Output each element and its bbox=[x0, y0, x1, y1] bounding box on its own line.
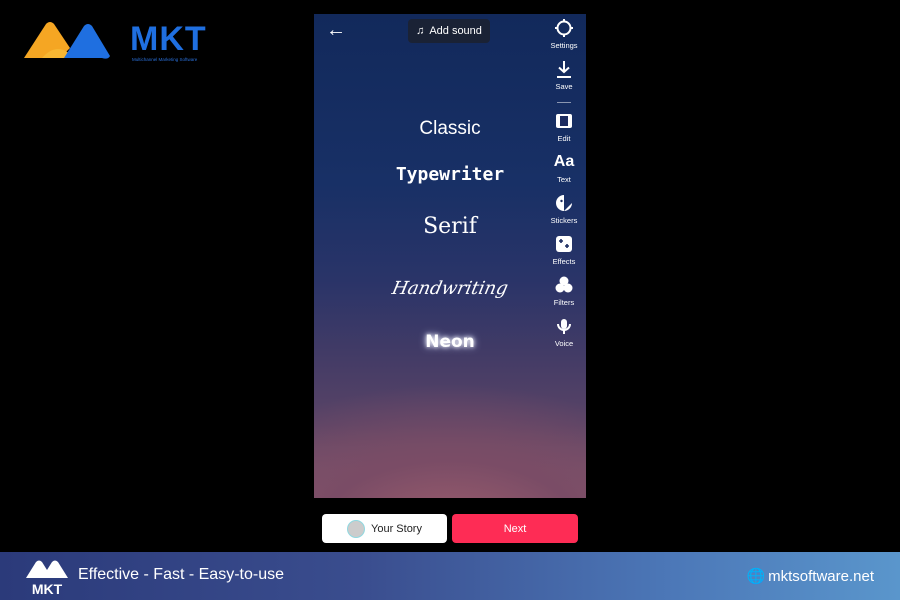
tool-rail: Settings Save Edit Aa Text Stickers Effe… bbox=[542, 18, 586, 357]
font-option-serif[interactable]: Serif bbox=[314, 214, 586, 239]
website-link[interactable]: 🌐 mktsoftware.net bbox=[746, 567, 874, 586]
rail-effects[interactable]: Effects bbox=[552, 234, 576, 275]
rail-save[interactable]: Save bbox=[554, 59, 574, 100]
font-option-neon[interactable]: Neon bbox=[314, 332, 586, 352]
story-editor: ← ♫ Add sound Settings Save Edit Aa Text… bbox=[314, 14, 586, 498]
rail-settings[interactable]: Settings bbox=[550, 18, 578, 59]
back-button[interactable]: ← bbox=[326, 20, 346, 40]
logo-subtitle: Multichannel Marketing Software bbox=[132, 57, 198, 62]
tagline: Effective - Fast - Easy-to-use bbox=[78, 566, 284, 583]
font-option-typewriter[interactable]: Typewriter bbox=[314, 164, 586, 185]
sticker-icon bbox=[555, 195, 572, 211]
your-story-button[interactable]: Your Story bbox=[322, 514, 447, 543]
arrow-left-icon: ← bbox=[326, 19, 346, 41]
website-text: mktsoftware.net bbox=[768, 567, 874, 585]
add-sound-button[interactable]: ♫ Add sound bbox=[408, 19, 490, 43]
music-note-icon: ♫ bbox=[416, 25, 425, 37]
your-story-label: Your Story bbox=[371, 522, 422, 535]
next-button[interactable]: Next bbox=[452, 514, 578, 543]
footer-banner: MKT Effective - Fast - Easy-to-use 🌐 mkt… bbox=[0, 552, 900, 600]
footer-logo-icon: MKT bbox=[26, 560, 68, 596]
globe-icon: 🌐 bbox=[746, 568, 766, 585]
rail-label: Save bbox=[555, 82, 573, 91]
mkt-logo-mark-icon bbox=[24, 22, 110, 59]
mkt-logo: MKT Multichannel Marketing Software bbox=[20, 18, 206, 64]
rail-label: Settings bbox=[550, 41, 578, 50]
rail-divider bbox=[557, 102, 571, 103]
download-icon bbox=[557, 61, 571, 78]
logo-text: MKT bbox=[130, 20, 207, 58]
gear-icon bbox=[554, 19, 573, 37]
font-option-classic[interactable]: Classic bbox=[314, 118, 586, 140]
svg-text:MKT: MKT bbox=[32, 581, 63, 596]
rail-label: Filters bbox=[553, 298, 575, 307]
font-option-handwriting[interactable]: Handwriting bbox=[314, 278, 586, 299]
rail-label: Effects bbox=[552, 257, 576, 266]
add-sound-label: Add sound bbox=[429, 25, 482, 37]
avatar bbox=[347, 519, 366, 538]
